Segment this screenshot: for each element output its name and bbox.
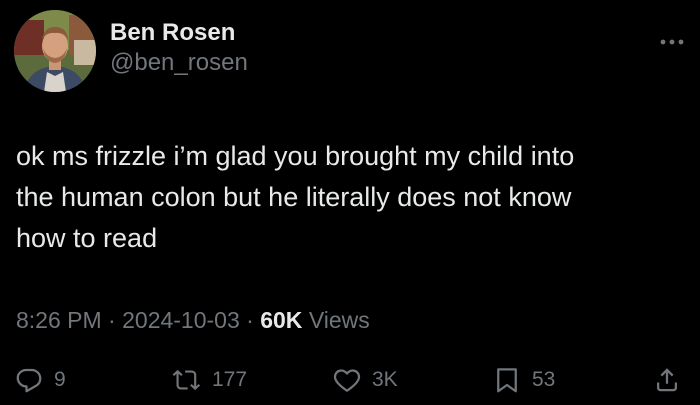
reply-button[interactable]: 9 xyxy=(14,362,66,398)
display-name[interactable]: Ben Rosen xyxy=(110,18,248,48)
tweet-date[interactable]: 2024-10-03 xyxy=(122,307,240,333)
action-bar: 9 177 3K 53 xyxy=(14,362,686,398)
tweet-time[interactable]: 8:26 PM xyxy=(16,307,102,333)
repost-button[interactable]: 177 xyxy=(172,362,247,398)
reply-icon xyxy=(14,365,44,395)
avatar[interactable] xyxy=(14,10,96,92)
reply-count: 9 xyxy=(54,368,66,391)
handle[interactable]: @ben_rosen xyxy=(110,48,248,78)
tweet-text: ok ms frizzle i’m glad you brought my ch… xyxy=(16,141,575,253)
repost-count: 177 xyxy=(212,368,248,391)
bookmark-count: 53 xyxy=(532,368,556,391)
like-button[interactable]: 3K xyxy=(332,362,398,398)
views-count: 60K xyxy=(260,307,303,333)
bookmark-icon xyxy=(492,365,522,395)
like-icon xyxy=(332,365,362,395)
like-count: 3K xyxy=(372,368,398,391)
views-label: Views xyxy=(308,307,370,333)
bookmark-button[interactable]: 53 xyxy=(492,362,555,398)
tweet-header: Ben Rosen @ben_rosen xyxy=(14,10,248,92)
more-icon[interactable] xyxy=(658,28,686,56)
repost-icon xyxy=(172,365,202,395)
author-names: Ben Rosen @ben_rosen xyxy=(110,18,248,78)
tweet-meta: 8:26 PM · 2024-10-03 · 60K Views xyxy=(16,305,370,335)
meta-separator: · xyxy=(246,307,254,333)
share-icon xyxy=(652,365,682,395)
share-button[interactable] xyxy=(652,362,682,398)
meta-separator: · xyxy=(108,307,116,333)
tweet: Ben Rosen @ben_rosen ok ms frizzle i’m g… xyxy=(0,0,700,405)
